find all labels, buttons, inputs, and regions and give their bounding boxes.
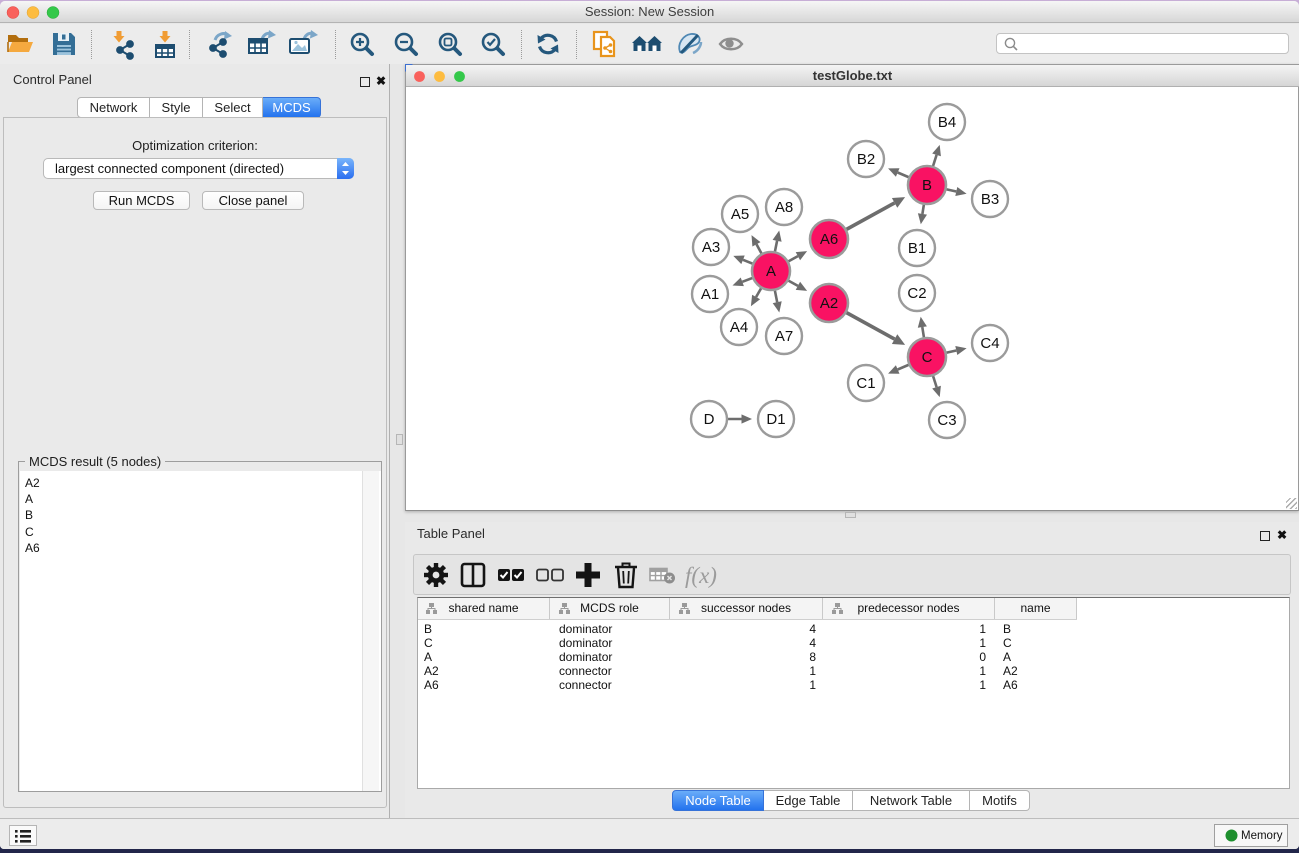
svg-text:A6: A6 bbox=[820, 231, 838, 248]
svg-text:D: D bbox=[704, 411, 715, 428]
svg-text:A4: A4 bbox=[730, 319, 748, 336]
svg-text:A1: A1 bbox=[701, 286, 719, 303]
svg-text:A3: A3 bbox=[702, 239, 720, 256]
svg-text:B4: B4 bbox=[938, 114, 956, 131]
svg-text:C3: C3 bbox=[937, 412, 956, 429]
svg-text:A2: A2 bbox=[820, 295, 838, 312]
svg-text:A5: A5 bbox=[731, 206, 749, 223]
svg-text:C2: C2 bbox=[907, 285, 926, 302]
svg-text:C4: C4 bbox=[980, 335, 999, 352]
svg-text:A: A bbox=[766, 263, 776, 280]
svg-text:A8: A8 bbox=[775, 199, 793, 216]
svg-text:B2: B2 bbox=[857, 151, 875, 168]
svg-text:A7: A7 bbox=[775, 328, 793, 345]
svg-text:C: C bbox=[922, 349, 933, 366]
svg-text:B1: B1 bbox=[908, 240, 926, 257]
svg-text:C1: C1 bbox=[856, 375, 875, 392]
svg-text:B3: B3 bbox=[981, 191, 999, 208]
svg-text:f(x): f(x) bbox=[685, 563, 717, 588]
svg-text:B: B bbox=[922, 177, 932, 194]
svg-text:D1: D1 bbox=[766, 411, 785, 428]
